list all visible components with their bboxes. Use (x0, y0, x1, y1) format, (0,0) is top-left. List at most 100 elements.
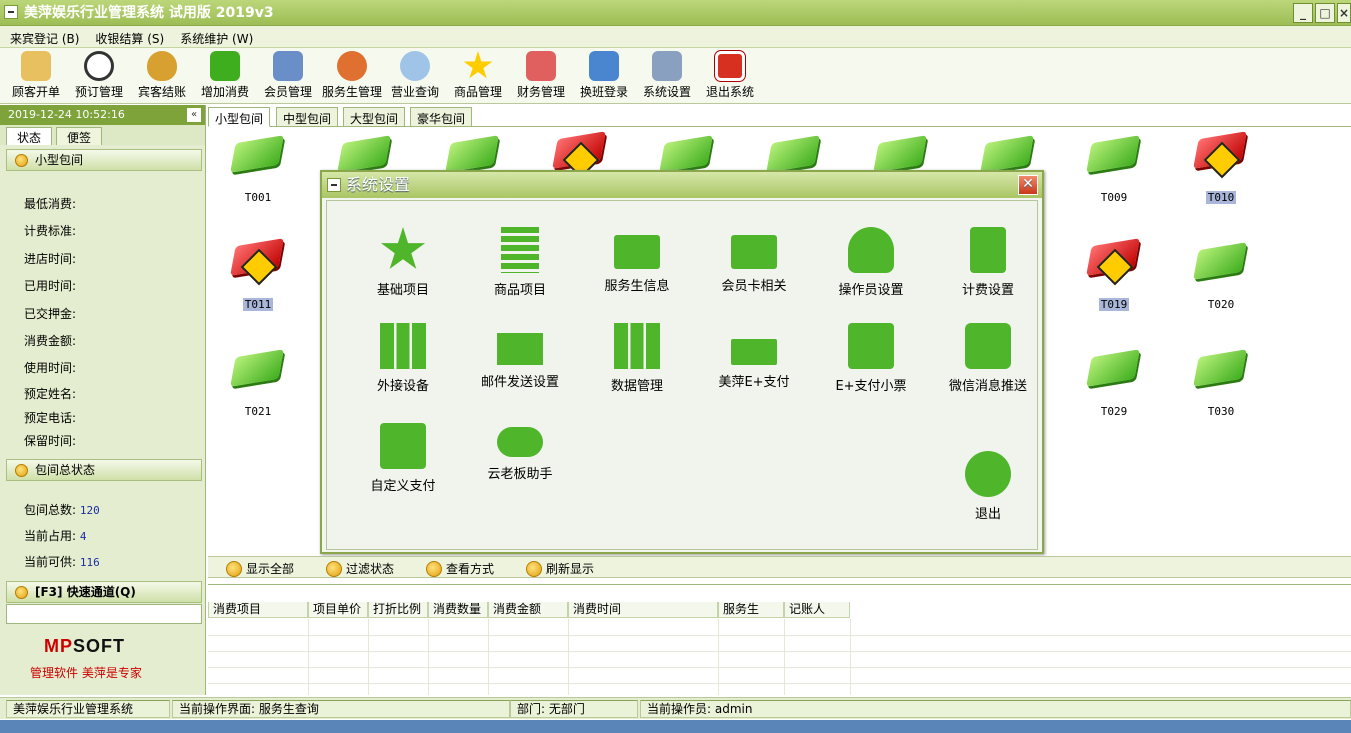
refresh-button[interactable]: 刷新显示 (526, 560, 594, 577)
toolbar-goods-button[interactable]: 商品管理 (446, 51, 510, 100)
setting-goods-items[interactable]: 商品项目 (465, 227, 575, 298)
view-mode-button[interactable]: 查看方式 (426, 560, 494, 577)
tab-medium-room[interactable]: 中型包间 (276, 107, 339, 127)
room-item[interactable]: T030 (1185, 347, 1257, 418)
column-header[interactable]: 消费时间 (568, 602, 718, 618)
quick-access-input[interactable] (6, 604, 202, 624)
shift-icon (589, 51, 619, 81)
tab-status[interactable]: 状态 (6, 127, 53, 145)
toolbar-settings-button[interactable]: 系统设置 (635, 51, 699, 100)
room-free-icon (228, 133, 288, 177)
summary-available: 当前可供: 116 (24, 555, 100, 569)
tab-large-room[interactable]: 大型包间 (343, 107, 406, 127)
consumption-table: 消费项目 项目单价 打折比例 消费数量 消费金额 消费时间 服务生 记账人 (208, 584, 1351, 695)
toolbar-business-query-button[interactable]: 营业查询 (383, 51, 447, 100)
tab-small-room[interactable]: 小型包间 (208, 107, 271, 127)
toolbar-customer-order-button[interactable]: 顾客开单 (4, 51, 68, 100)
setting-eplus-receipt[interactable]: E+支付小票 (816, 323, 926, 394)
toolbar-waiter-button[interactable]: 服务生管理 (317, 51, 387, 100)
room-item[interactable]: T020 (1185, 240, 1257, 311)
field-consume-amount: 消费金额: (24, 334, 77, 348)
dialog-body: 基础项目 商品项目 服务生信息 会员卡相关 操作员设置 计费设置 外接设备 邮件… (326, 200, 1038, 550)
menu-system-maintenance[interactable]: 系统维护 (W) (170, 26, 259, 47)
briefcase-icon (731, 235, 777, 269)
setting-waiter-info[interactable]: 服务生信息 (582, 227, 692, 294)
column-header[interactable]: 消费金额 (488, 602, 568, 618)
summary-occupied: 当前占用: 4 (24, 529, 87, 543)
toolbar-finance-button[interactable]: 财务管理 (509, 51, 573, 100)
column-header[interactable]: 打折比例 (368, 602, 428, 618)
setting-basic-items[interactable]: 基础项目 (348, 227, 458, 298)
field-reserve-time: 保留时间: (24, 434, 77, 448)
room-item[interactable]: T019 (1078, 240, 1150, 311)
room-type-tabs: 小型包间 中型包间 大型包间 豪华包间 (208, 107, 1351, 127)
room-item[interactable]: T001 (222, 133, 294, 204)
quick-access-header[interactable]: [F3] 快速通道(Q) (6, 581, 202, 603)
show-all-button[interactable]: 显示全部 (226, 560, 294, 577)
customer-key-icon (21, 51, 51, 81)
column-header[interactable]: 服务生 (718, 602, 784, 618)
dialog-close-button[interactable]: ✕ (1018, 175, 1038, 195)
setting-cloud-boss[interactable]: 云老板助手 (465, 423, 575, 482)
setting-member-card[interactable]: 会员卡相关 (699, 227, 809, 294)
setting-mail[interactable]: 邮件发送设置 (465, 323, 575, 390)
collapse-icon[interactable]: « (187, 108, 201, 122)
dialog-exit-button[interactable]: 退出 (933, 451, 1043, 522)
room-item[interactable]: T021 (222, 347, 294, 418)
calculator-icon (970, 227, 1006, 273)
summary-section-header[interactable]: 包间总状态 (6, 459, 202, 481)
close-button[interactable]: × (1337, 3, 1351, 23)
setting-operator[interactable]: 操作员设置 (816, 227, 926, 298)
toolbar-exit-button[interactable]: 退出系统 (698, 51, 762, 100)
room-item[interactable]: T011 (222, 240, 294, 311)
tab-notes[interactable]: 便签 (56, 127, 103, 145)
room-free-icon (1084, 347, 1144, 391)
toolbar-booking-button[interactable]: 预订管理 (67, 51, 131, 100)
custom-pay-icon (380, 423, 426, 469)
filter-status-button[interactable]: 过滤状态 (326, 560, 394, 577)
cloud-hand-icon (497, 427, 543, 457)
field-min-consume: 最低消费: (24, 197, 77, 211)
column-header[interactable]: 记账人 (784, 602, 850, 618)
setting-external-device[interactable]: 外接设备 (348, 323, 458, 394)
toolbar-shift-button[interactable]: 换班登录 (572, 51, 636, 100)
money-bag-icon (147, 51, 177, 81)
room-section-header[interactable]: 小型包间 (6, 149, 202, 171)
mail-icon (497, 333, 543, 365)
column-header[interactable]: 消费项目 (208, 602, 308, 618)
finance-icon (526, 51, 556, 81)
power-icon (965, 451, 1011, 497)
column-header[interactable]: 项目单价 (308, 602, 368, 618)
room-item[interactable]: T010 (1185, 133, 1257, 204)
setting-wechat-push[interactable]: 微信消息推送 (933, 323, 1043, 394)
settings-icon (652, 51, 682, 81)
menu-checkout[interactable]: 收银结算 (S) (85, 26, 170, 47)
system-menu-icon[interactable] (4, 5, 18, 19)
toolbar-add-consume-button[interactable]: 增加消费 (193, 51, 257, 100)
magnifier-icon (400, 51, 430, 81)
toolbar-member-button[interactable]: 会员管理 (256, 51, 320, 100)
view-action-bar: 显示全部 过滤状态 查看方式 刷新显示 (208, 556, 1351, 578)
printer-icon (848, 323, 894, 369)
setting-billing[interactable]: 计费设置 (933, 227, 1043, 298)
field-deposit: 已交押金: (24, 307, 77, 321)
waiter-icon (337, 51, 367, 81)
minimize-button[interactable]: _ (1293, 3, 1313, 23)
dialog-title-bar: 系统设置 ✕ (322, 172, 1042, 198)
tab-luxury-room[interactable]: 豪华包间 (410, 107, 473, 127)
column-header[interactable]: 消费数量 (428, 602, 488, 618)
setting-data-management[interactable]: 数据管理 (582, 323, 692, 394)
menu-guest-register[interactable]: 来宾登记 (B) (0, 26, 85, 47)
room-occupied-icon (1191, 133, 1251, 177)
toolbar-checkout-button[interactable]: 宾客结账 (130, 51, 194, 100)
room-item[interactable]: T029 (1078, 347, 1150, 418)
field-booking-name: 预定姓名: (24, 387, 77, 401)
maximize-button[interactable]: □ (1315, 3, 1335, 23)
room-item[interactable]: T009 (1078, 133, 1150, 204)
status-current-screen: 当前操作界面: 服务生查询 (172, 700, 510, 718)
dialog-menu-icon[interactable] (327, 178, 341, 192)
setting-custom-pay[interactable]: 自定义支付 (348, 423, 458, 494)
setting-eplus-pay[interactable]: 美萍E+支付 (699, 323, 809, 390)
slogan: 管理软件 美萍是专家 (30, 666, 142, 680)
list-icon (501, 227, 539, 273)
